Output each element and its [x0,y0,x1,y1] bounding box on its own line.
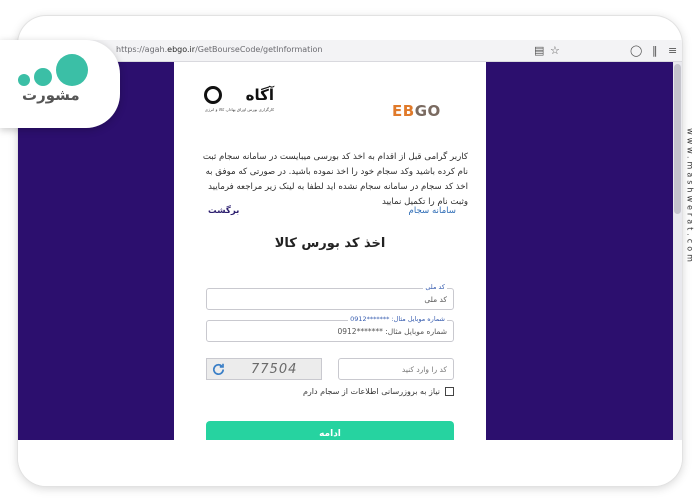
scrollbar-thumb[interactable] [674,64,681,214]
captcha-input[interactable]: کد را وارد کنید [338,358,454,380]
menu-icon[interactable]: ≡ [668,43,677,59]
mobile-label: شماره موبایل مثال: *******0912 [348,315,447,323]
back-link[interactable]: برگشت [208,206,239,216]
url-text[interactable]: https://agah.ebgo.ir/GetBourseCode/getIn… [116,45,322,54]
library-icon[interactable]: ‖ [652,43,658,59]
reader-view-icon[interactable]: ▤ [534,43,544,59]
national-code-label: کد ملی [423,283,447,291]
scrollbar[interactable] [673,62,682,440]
form-page: آگاه کارگزاری بورس اوراق بهادار، کالا و … [174,62,486,447]
refresh-captcha-icon[interactable] [211,362,226,377]
agah-logo-mark [204,86,222,104]
brand-badge-text: مشورت [22,86,80,104]
address-bar[interactable]: https://agah.ebgo.ir/GetBourseCode/getIn… [18,40,682,62]
window-bottom [18,440,682,486]
watermark: www.mashwerat.com [684,104,696,304]
ebgo-logo: EBGO [392,102,441,120]
page-viewport: آگاه کارگزاری بورس اوراق بهادار، کالا و … [18,62,682,447]
mobile-field[interactable]: شماره موبایل مثال: *******0912 شماره موب… [206,315,454,342]
form-title: اخذ کد بورس کالا [274,236,386,251]
update-from-sajam-row[interactable]: نیاز به بروزرسانی اطلاعات از سجام دارم [303,387,454,396]
national-code-placeholder: کد ملی [424,295,447,304]
brand-badge: مشورت [0,40,120,128]
badge-dot-medium [34,68,52,86]
badge-dot-small [18,74,30,86]
badge-dot-large [56,54,88,86]
agah-logo: آگاه کارگزاری بورس اوراق بهادار، کالا و … [204,86,274,122]
captcha-placeholder: کد را وارد کنید [401,365,447,374]
sajam-link[interactable]: سامانه سجام [409,206,456,216]
update-from-sajam-label: نیاز به بروزرسانی اطلاعات از سجام دارم [302,387,440,396]
watermark-text: www.mashwerat.com [685,128,695,265]
bookmark-star-icon[interactable]: ☆ [550,43,560,59]
agah-logo-title: آگاه [245,86,274,104]
agah-logo-subtitle: کارگزاری بورس اوراق بهادار، کالا و انرژی [204,107,274,112]
captcha-code: 77504 [251,362,298,377]
screenshot-frame: https://agah.ebgo.ir/GetBourseCode/getIn… [0,0,700,500]
national-code-field[interactable]: کد ملی کد ملی [206,283,454,310]
mobile-placeholder: شماره موبایل مثال: *******0912 [337,327,447,336]
shield-icon[interactable]: ◯ [630,43,642,59]
captcha-image: 77504 [206,358,322,380]
update-from-sajam-checkbox[interactable] [445,387,454,396]
notice-text: کاربر گرامی قبل از اقدام به اخذ کد بورسی… [202,152,468,207]
